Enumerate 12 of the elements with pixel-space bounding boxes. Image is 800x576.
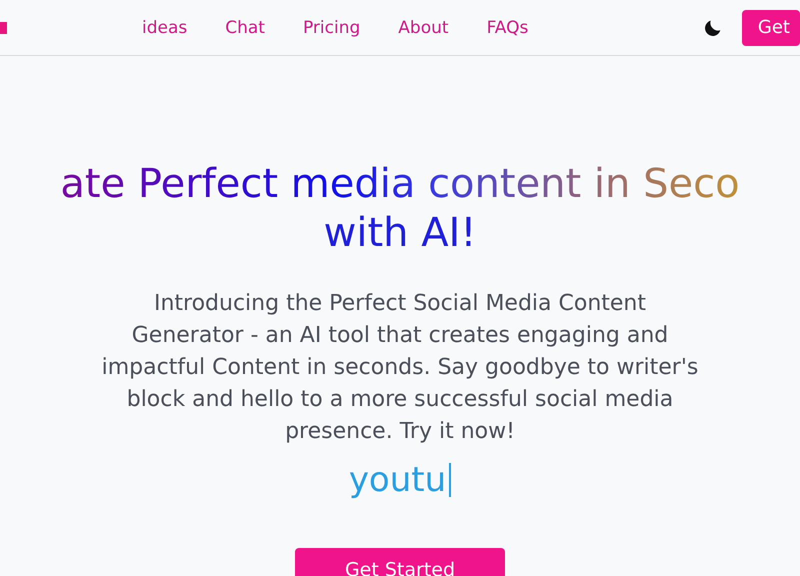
get-started-button[interactable]: Get Started: [295, 548, 505, 576]
nav-link[interactable]: About: [379, 18, 468, 38]
text-cursor: [449, 463, 452, 497]
typed-text: youtu: [348, 460, 446, 500]
nav-link[interactable]: Chat: [206, 18, 284, 38]
hero-heading: with AI!: [324, 209, 476, 258]
nav-link[interactable]: ideas: [140, 18, 206, 38]
get-started-button[interactable]: Get: [742, 10, 800, 46]
nav-link[interactable]: FAQs: [468, 18, 548, 38]
nav-link[interactable]: Pricing: [284, 18, 380, 38]
logo-icon[interactable]: [0, 22, 7, 34]
hero-description: Introducing the Perfect Social Media Content Generator - an AI tool that creates engaging and impactful Content in seconds. Say goodbye to writer's block and hello to a more successful social media presence. Try it now!: [100, 290, 700, 446]
